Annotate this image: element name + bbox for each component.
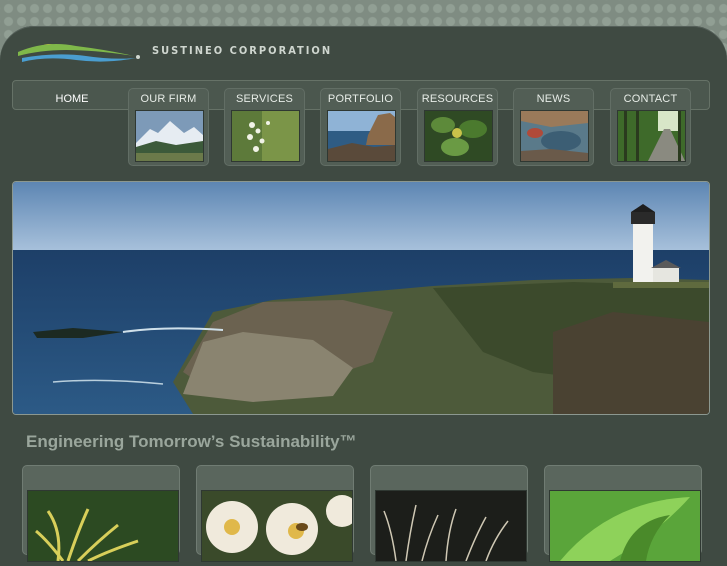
yellow-plant-photo[interactable] [27,490,179,562]
nav-home[interactable]: HOME [46,93,98,105]
nav-item-our-firm[interactable]: OUR FIRM [128,88,209,166]
forest-road-photo[interactable] [617,110,686,162]
feature-card[interactable] [544,465,702,562]
nav-label[interactable]: CONTACT [610,93,691,105]
feature-card[interactable] [196,465,354,562]
nav-item-resources[interactable]: RESOURCES [417,88,498,166]
dry-grass-photo[interactable] [375,490,527,562]
feature-card[interactable] [22,465,180,562]
white-flowers-bee-photo[interactable] [201,490,353,562]
nav-label[interactable]: SERVICES [224,93,305,105]
nav-item-portfolio[interactable]: PORTFOLIO [320,88,401,166]
nav-label[interactable]: NEWS [513,93,594,105]
nav-item-contact[interactable]: CONTACT [610,88,691,166]
white-flowers-photo[interactable] [231,110,300,162]
nav-label[interactable]: RESOURCES [417,93,498,105]
sustineo-logo[interactable] [16,36,142,66]
nav-item-services[interactable]: SERVICES [224,88,305,166]
company-name: SUSTINEO CORPORATION [152,44,333,57]
tagline: Engineering Tomorrow’s Sustainability™ [26,432,357,451]
leaves-photo[interactable] [424,110,493,162]
nav-label[interactable]: PORTFOLIO [320,93,401,105]
green-leaf-photo[interactable] [549,490,701,562]
nav-label[interactable]: OUR FIRM [128,93,209,105]
mountain-photo[interactable] [135,110,204,162]
tidepool-photo[interactable] [520,110,589,162]
nav-item-news[interactable]: NEWS [513,88,594,166]
lighthouse-coast-photo [12,181,710,415]
feature-card[interactable] [370,465,528,562]
rocky-coast-photo[interactable] [327,110,396,162]
